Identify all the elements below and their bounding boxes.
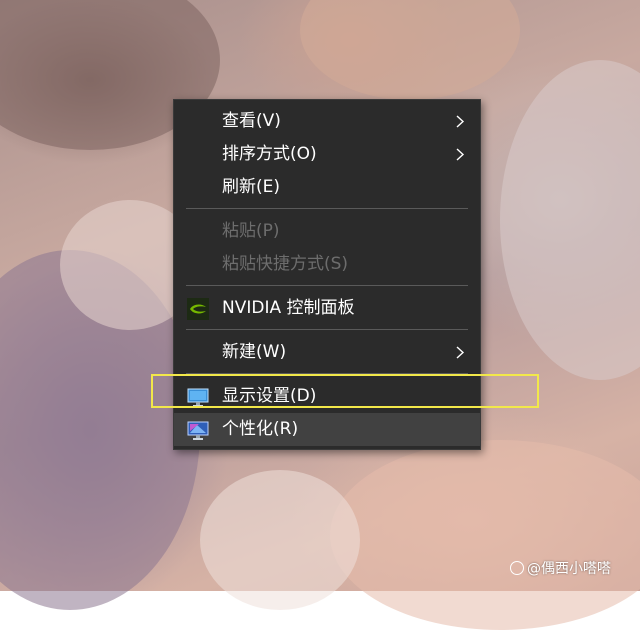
personalize-monitor-icon <box>187 419 209 441</box>
menu-item-personalize-label: 个性化(R) <box>222 419 299 439</box>
menu-item-paste: 粘贴(P) <box>174 215 480 248</box>
watermark: @偶西小嗒嗒 <box>510 558 611 580</box>
menu-item-personalize[interactable]: 个性化(R) <box>174 413 480 446</box>
menu-item-paste-shortcut-label: 粘贴快捷方式(S) <box>222 254 349 274</box>
menu-item-paste-shortcut: 粘贴快捷方式(S) <box>174 248 480 281</box>
menu-item-refresh[interactable]: 刷新(E) <box>174 171 480 204</box>
menu-item-sort-by[interactable]: 排序方式(O) <box>174 138 480 171</box>
menu-item-new-label: 新建(W) <box>222 342 287 362</box>
menu-item-refresh-label: 刷新(E) <box>222 177 281 197</box>
menu-separator <box>186 329 468 330</box>
menu-item-paste-label: 粘贴(P) <box>222 221 280 241</box>
menu-item-nvidia-control-panel[interactable]: NVIDIA 控制面板 <box>174 292 480 325</box>
watermark-text: @偶西小嗒嗒 <box>527 561 611 577</box>
menu-item-nvidia-control-panel-label: NVIDIA 控制面板 <box>222 298 355 318</box>
nvidia-icon <box>187 298 209 320</box>
menu-separator <box>186 285 468 286</box>
chevron-right-icon <box>454 105 466 138</box>
menu-item-view-label: 查看(V) <box>222 111 281 131</box>
menu-item-sort-by-label: 排序方式(O) <box>222 144 317 164</box>
menu-item-new[interactable]: 新建(W) <box>174 336 480 369</box>
menu-separator <box>186 208 468 209</box>
watermark-logo-icon <box>510 561 524 575</box>
highlight-annotation-box <box>151 374 539 408</box>
chevron-right-icon <box>454 138 466 171</box>
chevron-right-icon <box>454 336 466 369</box>
menu-item-view[interactable]: 查看(V) <box>174 105 480 138</box>
